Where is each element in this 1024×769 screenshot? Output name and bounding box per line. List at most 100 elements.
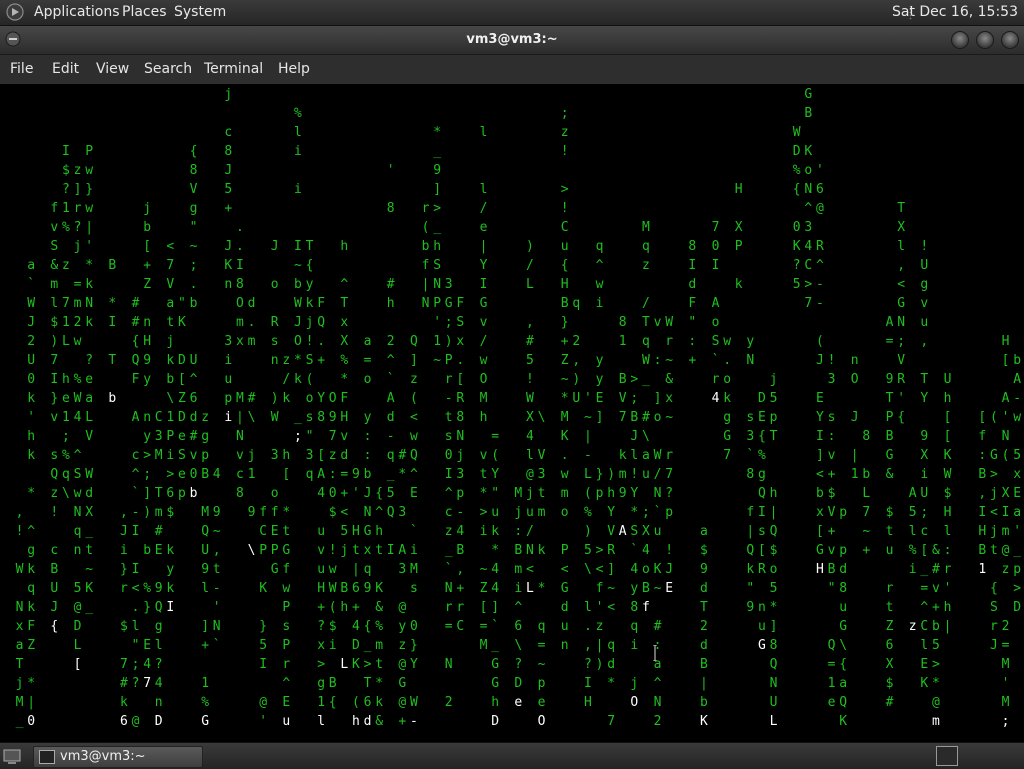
matrix-glyph: a	[1013, 505, 1021, 520]
matrix-glyph: .	[317, 334, 325, 349]
matrix-glyph: ^	[340, 277, 348, 292]
matrix-glyph: B	[978, 543, 986, 558]
matrix-glyph: A	[619, 524, 627, 539]
matrix-glyph: !	[920, 239, 928, 254]
matrix-glyph: d	[387, 410, 395, 425]
matrix-glyph: Q	[758, 486, 766, 501]
show-desktop-icon[interactable]	[2, 746, 22, 766]
matrix-glyph: !	[561, 144, 569, 159]
matrix-glyph: 9	[143, 353, 151, 368]
matrix-glyph: g	[190, 201, 198, 216]
matrix-glyph: ^	[27, 524, 35, 539]
matrix-glyph: 0	[712, 239, 720, 254]
matrix-glyph: 6	[514, 619, 522, 634]
matrix-glyph: +	[828, 524, 836, 539]
system-menu[interactable]: System	[174, 0, 226, 25]
matrix-glyph: r	[282, 657, 290, 672]
matrix-glyph: <	[166, 239, 174, 254]
matrix-glyph: M	[410, 562, 418, 577]
matrix-glyph: |	[700, 676, 708, 691]
menu-search[interactable]: Search	[143, 55, 193, 84]
distro-logo-icon[interactable]	[6, 3, 24, 21]
matrix-glyph: R	[758, 562, 766, 577]
matrix-glyph: 3	[398, 562, 406, 577]
matrix-glyph: E	[758, 410, 766, 425]
terminal-tray-icon[interactable]	[936, 746, 958, 766]
matrix-glyph: %	[793, 163, 801, 178]
menu-help[interactable]: Help	[277, 55, 311, 84]
matrix-glyph: M	[1002, 695, 1010, 710]
matrix-glyph: 2	[654, 714, 662, 729]
matrix-glyph: c	[132, 448, 140, 463]
matrix-glyph: {	[561, 258, 569, 273]
matrix-glyph: H	[978, 524, 986, 539]
matrix-glyph: D	[178, 410, 186, 425]
matrix-glyph: s	[50, 448, 58, 463]
matrix-glyph: N	[897, 315, 905, 330]
matrix-glyph: A	[317, 467, 325, 482]
menu-file[interactable]: File	[9, 55, 34, 84]
matrix-glyph: v	[50, 220, 58, 235]
matrix-glyph: 9	[746, 600, 754, 615]
matrix-glyph: {	[897, 410, 905, 425]
matrix-glyph: W	[654, 448, 662, 463]
matrix-glyph: t	[375, 543, 383, 558]
matrix-glyph: z	[1002, 562, 1010, 577]
matrix-glyph: $	[166, 505, 174, 520]
matrix-glyph: 3	[456, 467, 464, 482]
matrix-glyph: 8	[746, 467, 754, 482]
window-title-bar[interactable]: vm3@vm3:~	[0, 26, 1024, 55]
matrix-glyph: |	[596, 638, 604, 653]
matrix-glyph: ?	[85, 353, 93, 368]
maximize-button[interactable]	[976, 31, 994, 49]
matrix-glyph: w	[85, 201, 93, 216]
matrix-glyph: .	[132, 600, 140, 615]
matrix-glyph: +	[862, 543, 870, 558]
matrix-glyph: =	[886, 334, 894, 349]
matrix-glyph: I	[132, 562, 140, 577]
matrix-glyph: _	[16, 714, 24, 729]
menu-edit[interactable]: Edit	[51, 55, 80, 84]
matrix-glyph: !	[630, 467, 638, 482]
matrix-glyph: K	[804, 144, 812, 159]
matrix-glyph: '	[897, 391, 905, 406]
close-button[interactable]	[1001, 31, 1019, 49]
matrix-glyph: /	[654, 467, 662, 482]
matrix-glyph: `	[712, 353, 720, 368]
matrix-glyph: V	[538, 448, 546, 463]
clock[interactable]: Sat Dec 16, 15:53	[892, 0, 1018, 25]
matrix-glyph: E	[1013, 486, 1021, 501]
matrix-glyph: #	[526, 334, 534, 349]
terminal-screen[interactable]: ,! W Nx a Tj M _ a ` W J 2 U 0 k ' h k * ^ g k q k F Z * | 0 f v S & m l $)…	[0, 84, 1024, 742]
matrix-glyph: 3	[445, 277, 453, 292]
matrix-glyph: .	[248, 315, 256, 330]
matrix-glyph: ^	[804, 201, 812, 216]
matrix-glyph: E	[410, 486, 418, 501]
matrix-glyph: A	[712, 296, 720, 311]
minimize-button[interactable]	[951, 31, 969, 49]
matrix-glyph: q	[607, 638, 615, 653]
matrix-glyph: n	[143, 410, 151, 425]
matrix-glyph: ~	[294, 258, 302, 273]
bottom-panel: vm3@vm3:~	[0, 742, 1024, 769]
matrix-glyph: D	[352, 638, 360, 653]
matrix-glyph: (	[352, 695, 360, 710]
places-menu[interactable]: Places	[122, 0, 167, 25]
taskbar-button[interactable]: vm3@vm3:~	[33, 746, 203, 768]
applications-menu[interactable]: Applications	[34, 0, 120, 25]
matrix-glyph: }	[596, 467, 604, 482]
matrix-glyph: I	[480, 277, 488, 292]
menu-terminal[interactable]: Terminal	[203, 55, 264, 84]
matrix-glyph: R	[271, 315, 279, 330]
matrix-glyph: t	[282, 524, 290, 539]
matrix-glyph: q	[642, 239, 650, 254]
matrix-glyph: ~	[607, 581, 615, 596]
matrix-glyph: C	[456, 619, 464, 634]
matrix-glyph: e	[538, 695, 546, 710]
matrix-glyph: ;	[897, 334, 905, 349]
matrix-glyph: -	[132, 505, 140, 520]
matrix-glyph: *	[398, 467, 406, 482]
matrix-glyph: B	[619, 372, 627, 387]
menu-view[interactable]: View	[95, 55, 130, 84]
matrix-glyph: [	[816, 524, 824, 539]
